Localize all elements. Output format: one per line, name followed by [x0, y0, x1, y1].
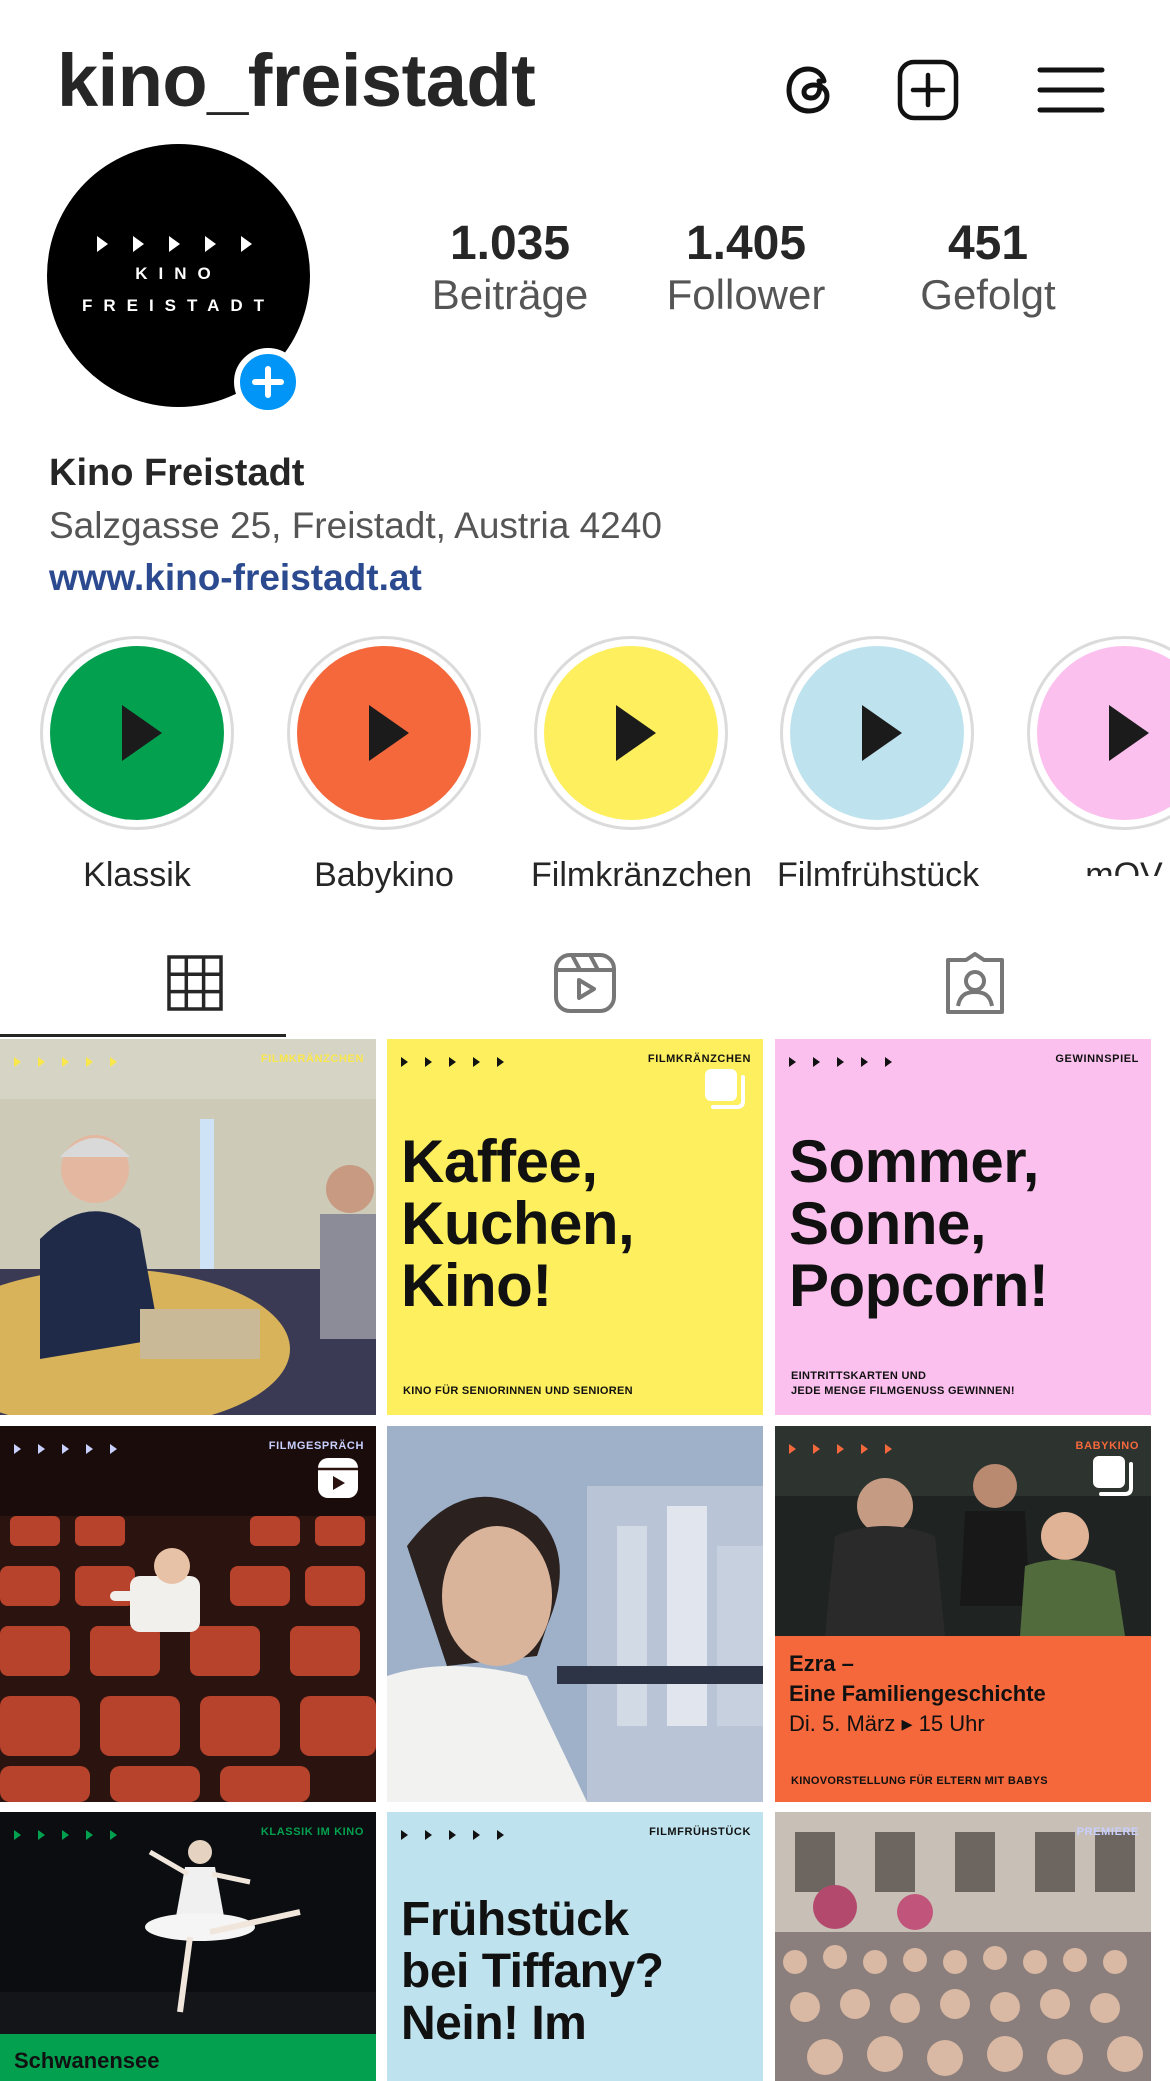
post-logo-arrows — [14, 1444, 117, 1454]
stat-label: Gefolgt — [920, 271, 1056, 318]
post-footer: EINTRITTSKARTEN UND JEDE MENGE FILMGENUS… — [791, 1370, 1015, 1397]
reel-icon — [318, 1458, 358, 1498]
post-footer: KINO FÜR SENIORINNEN UND SENIOREN — [403, 1385, 633, 1397]
profile-name: Kino Freistadt — [49, 452, 305, 494]
post-date: Di. 5. März ▸ 15 Uhr — [789, 1711, 985, 1736]
post-logo-arrows — [401, 1057, 504, 1067]
carousel-icon — [705, 1069, 745, 1109]
post-category-tag: PREMIERE — [1076, 1826, 1139, 1838]
highlight-label: Filmkränzchen — [531, 856, 753, 894]
highlight-filmkraenzchen[interactable]: Filmkränzchen — [531, 636, 753, 895]
post-category-tag: FILMFRÜHSTÜCK — [649, 1826, 751, 1838]
play-icon — [1109, 705, 1149, 761]
profile-header: kino_freistadt — [0, 0, 1170, 160]
highlight-label: Babykino — [314, 856, 454, 894]
stat-value: 1.035 — [449, 217, 571, 270]
highlight-cover — [50, 646, 224, 820]
post-tile[interactable]: BABYKINO Ezra – Eine Familiengeschichte … — [775, 1426, 1151, 1802]
post-caption-bar: Schwanensee — [0, 2034, 376, 2081]
post-headline: Kaffee, Kuchen, Kino! — [401, 1128, 635, 1319]
add-story-button[interactable] — [234, 348, 302, 416]
grid-icon — [167, 955, 223, 1011]
post-category-tag: FILMKRÄNZCHEN — [260, 1053, 364, 1065]
highlight-filmfruehstueck[interactable]: Filmfrühstück — [777, 636, 980, 895]
reels-icon — [554, 953, 616, 1013]
stat-following[interactable]: 451 Gefolgt — [878, 218, 1098, 320]
highlight-label: Klassik — [83, 856, 191, 894]
avatar-logo-text: KINO — [135, 264, 222, 283]
post-footer: KINOVORSTELLUNG FÜR ELTERN MIT BABYS — [791, 1775, 1048, 1787]
stat-label: Beiträge — [431, 271, 589, 318]
highlight-mov-clip: mOV — [1000, 636, 1170, 876]
post-photo — [0, 1039, 376, 1415]
post-logo-arrows — [14, 1830, 117, 1840]
highlight-label: Filmfrühstück — [777, 856, 980, 894]
post-tile[interactable]: FILMFRÜHSTÜCK Frühstück bei Tiffany? Nei… — [387, 1812, 763, 2081]
play-icon — [369, 705, 409, 761]
play-icon — [616, 705, 656, 761]
highlight-cover — [544, 646, 718, 820]
highlight-cover — [1037, 646, 1170, 820]
post-photo — [387, 1426, 763, 1802]
plus-icon — [252, 366, 284, 398]
post-tile[interactable]: FILMGESPRÄCH — [0, 1426, 376, 1802]
active-tab-indicator — [0, 1034, 286, 1037]
stat-value: 451 — [947, 217, 1029, 270]
highlight-label: mOV — [1085, 856, 1163, 876]
stat-value: 1.405 — [685, 217, 807, 270]
profile-address: Salzgasse 25, Freistadt, Austria 4240 — [49, 505, 662, 546]
post-tile[interactable]: PREMIERE — [775, 1812, 1151, 2081]
post-category-tag: KLASSIK IM KINO — [260, 1826, 364, 1838]
post-logo-arrows — [14, 1057, 117, 1067]
post-film-title: Eine Familiengeschichte — [789, 1681, 1046, 1706]
post-tile[interactable]: FILMKRÄNZCHEN — [0, 1039, 376, 1415]
tab-grid[interactable] — [0, 930, 390, 1036]
post-film-title: Ezra – — [789, 1651, 854, 1676]
tagged-icon — [946, 952, 1004, 1014]
post-headline: Frühstück bei Tiffany? Nein! Im — [401, 1893, 664, 2050]
tab-reels[interactable] — [390, 930, 780, 1036]
post-photo — [775, 1812, 1151, 2081]
post-tile[interactable]: FILMKRÄNZCHEN Kaffee, Kuchen, Kino! KINO… — [387, 1039, 763, 1415]
post-category-tag: GEWINNSPIEL — [1055, 1053, 1139, 1065]
play-icon — [122, 705, 162, 761]
highlight-cover — [297, 646, 471, 820]
post-category-tag: FILMKRÄNZCHEN — [647, 1053, 751, 1065]
highlight-cover — [790, 646, 964, 820]
stat-followers[interactable]: 1.405 Follower — [636, 218, 856, 320]
post-logo-arrows — [401, 1830, 504, 1840]
highlight-babykino[interactable]: Babykino — [284, 636, 484, 895]
plus-square-icon[interactable] — [890, 52, 966, 128]
play-icon — [862, 705, 902, 761]
post-tile[interactable]: GEWINNSPIEL Sommer, Sonne, Popcorn! EINT… — [775, 1039, 1151, 1415]
profile-website-link[interactable]: www.kino-freistadt.at — [49, 557, 422, 599]
highlight-mov[interactable]: mOV — [1024, 636, 1170, 876]
hamburger-menu-icon[interactable] — [1033, 52, 1109, 128]
post-category-tag: BABYKINO — [1075, 1440, 1139, 1452]
username-title[interactable]: kino_freistadt — [57, 38, 536, 123]
avatar-logo-arrows — [97, 236, 252, 252]
post-headline: Sommer, Sonne, Popcorn! — [789, 1128, 1049, 1319]
post-logo-arrows — [789, 1057, 892, 1067]
tab-tagged[interactable] — [780, 930, 1170, 1036]
carousel-icon — [1093, 1456, 1133, 1496]
highlight-klassik[interactable]: Klassik — [37, 636, 237, 895]
stat-label: Follower — [666, 271, 826, 318]
post-logo-arrows — [789, 1444, 892, 1454]
post-category-tag: FILMGESPRÄCH — [268, 1440, 364, 1452]
threads-icon[interactable] — [773, 52, 849, 128]
stat-posts[interactable]: 1.035 Beiträge — [400, 218, 620, 320]
post-tile[interactable]: KLASSIK IM KINO Schwanensee — [0, 1812, 376, 2081]
post-tile[interactable] — [387, 1426, 763, 1802]
avatar-logo-text: FREISTADT — [81, 296, 276, 315]
